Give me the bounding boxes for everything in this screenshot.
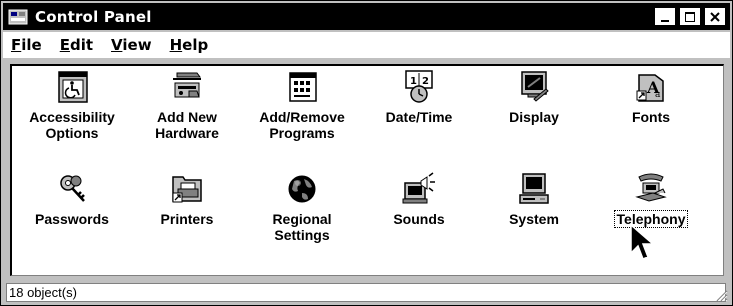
item-add-remove-programs[interactable]: Add/Remove Programs bbox=[243, 69, 361, 142]
item-telephony[interactable]: Telephony bbox=[592, 171, 710, 228]
sounds-icon bbox=[401, 171, 437, 207]
menu-view-rest: iew bbox=[122, 36, 152, 54]
label-line2: Options bbox=[45, 125, 99, 141]
add-hardware-icon bbox=[169, 69, 205, 105]
icon-view[interactable]: Accessibility Options Add New Hardware A… bbox=[10, 64, 724, 276]
menu-help-rest: elp bbox=[182, 36, 209, 54]
item-system[interactable]: System bbox=[475, 171, 593, 228]
svg-text:a: a bbox=[655, 90, 661, 100]
item-regional-settings[interactable]: Regional Settings bbox=[243, 171, 361, 244]
item-label: System bbox=[507, 211, 561, 227]
item-accessibility-options[interactable]: Accessibility Options bbox=[13, 69, 131, 142]
passwords-icon bbox=[54, 171, 90, 207]
label-line1: Display bbox=[509, 109, 559, 125]
item-sounds[interactable]: Sounds bbox=[360, 171, 478, 228]
label-line1: Date/Time bbox=[385, 109, 453, 125]
control-panel-window: Control Panel File Edit View Help Access… bbox=[0, 0, 733, 306]
status-bar: 18 object(s) bbox=[3, 280, 730, 304]
menu-help[interactable]: Help bbox=[170, 36, 209, 54]
item-label: Add New Hardware bbox=[153, 109, 221, 141]
label-line1: Printers bbox=[160, 211, 214, 227]
item-label: Fonts bbox=[630, 109, 672, 125]
status-text: 18 object(s) bbox=[6, 283, 726, 302]
menu-bar: File Edit View Help bbox=[3, 32, 730, 58]
title-bar[interactable]: Control Panel bbox=[3, 3, 730, 30]
label-line1: Passwords bbox=[35, 211, 109, 227]
label-line1: Add/Remove bbox=[259, 109, 345, 125]
control-panel-icon[interactable] bbox=[7, 8, 29, 26]
item-label: Printers bbox=[159, 211, 216, 227]
item-display[interactable]: Display bbox=[475, 69, 593, 126]
svg-text:1: 1 bbox=[410, 76, 417, 87]
add-remove-programs-icon bbox=[284, 69, 320, 105]
resize-grip-icon[interactable] bbox=[714, 288, 728, 302]
label-line2: Programs bbox=[269, 125, 335, 141]
label-line1: System bbox=[509, 211, 559, 227]
minimize-icon bbox=[661, 19, 669, 22]
label-line1: Regional bbox=[272, 211, 332, 227]
item-date-time[interactable]: 1 2 Date/Time bbox=[360, 69, 478, 126]
menu-edit[interactable]: Edit bbox=[60, 36, 93, 54]
item-label: Sounds bbox=[391, 211, 446, 227]
item-label: Add/Remove Programs bbox=[257, 109, 347, 141]
svg-text:2: 2 bbox=[422, 76, 429, 87]
menu-view[interactable]: View bbox=[111, 36, 152, 54]
accessibility-icon bbox=[54, 69, 90, 105]
item-label: Passwords bbox=[33, 211, 111, 227]
label-line1: Accessibility bbox=[29, 109, 115, 125]
label-line1: Add New bbox=[157, 109, 217, 125]
maximize-button[interactable] bbox=[679, 7, 701, 26]
telephony-icon bbox=[633, 171, 669, 207]
item-label: Accessibility Options bbox=[27, 109, 117, 141]
regional-settings-icon bbox=[284, 171, 320, 207]
item-label: Display bbox=[507, 109, 561, 125]
label-line1: Fonts bbox=[631, 109, 671, 125]
menu-edit-rest: dit bbox=[69, 36, 94, 54]
close-icon bbox=[710, 11, 720, 22]
minimize-button[interactable] bbox=[654, 7, 676, 26]
label-line2: Settings bbox=[274, 227, 330, 243]
item-label: Regional Settings bbox=[270, 211, 333, 243]
item-passwords[interactable]: Passwords bbox=[13, 171, 131, 228]
item-label: Date/Time bbox=[384, 109, 455, 125]
mouse-pointer-icon bbox=[630, 223, 655, 260]
item-add-new-hardware[interactable]: Add New Hardware bbox=[128, 69, 246, 142]
label-line1: Sounds bbox=[393, 211, 445, 227]
window-title: Control Panel bbox=[35, 7, 152, 26]
display-icon bbox=[516, 69, 552, 105]
fonts-icon: A a bbox=[633, 69, 669, 105]
label-line2: Hardware bbox=[155, 125, 219, 141]
item-printers[interactable]: Printers bbox=[128, 171, 246, 228]
printers-icon bbox=[169, 171, 205, 207]
item-fonts[interactable]: A a Fonts bbox=[592, 69, 710, 126]
system-icon bbox=[516, 171, 552, 207]
date-time-icon: 1 2 bbox=[401, 69, 437, 105]
menu-file[interactable]: File bbox=[11, 36, 42, 54]
menu-file-rest: ile bbox=[21, 36, 42, 54]
maximize-icon bbox=[685, 11, 695, 22]
close-button[interactable] bbox=[704, 7, 726, 26]
